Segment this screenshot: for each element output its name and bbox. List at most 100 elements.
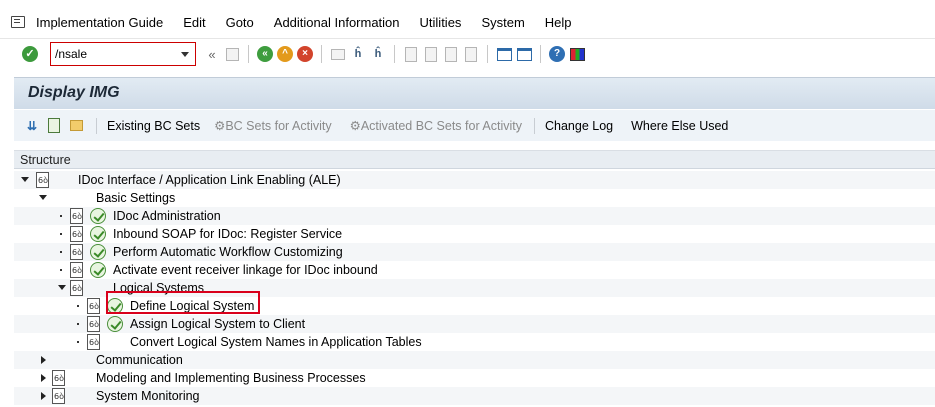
execute-activity-icon[interactable]	[107, 316, 123, 332]
execute-activity-icon[interactable]	[90, 226, 106, 242]
img-document-icon[interactable]	[70, 226, 83, 242]
img-document-icon[interactable]	[70, 280, 83, 296]
tree-node-convert-logical-system-names[interactable]: Convert Logical System Names in Applicat…	[14, 333, 935, 351]
layout-icon[interactable]	[569, 46, 585, 62]
find-next-icon[interactable]: ĥ	[370, 46, 386, 62]
tree-node-workflow-customizing[interactable]: Perform Automatic Workflow Customizing	[14, 243, 935, 261]
menu-goto[interactable]: Goto	[226, 15, 254, 30]
exit-icon[interactable]: ^	[277, 46, 293, 62]
tree-node-inbound-soap[interactable]: Inbound SOAP for IDoc: Register Service	[14, 225, 935, 243]
menu-utilities[interactable]: Utilities	[420, 15, 462, 30]
caret-down-icon[interactable]	[21, 177, 29, 182]
expand-all-icon[interactable]: ⇊	[24, 118, 40, 134]
menu-system[interactable]: System	[481, 15, 524, 30]
tree-node-label: Basic Settings	[96, 191, 176, 205]
tree-node-event-receiver-linkage[interactable]: Activate event receiver linkage for IDoc…	[14, 261, 935, 279]
tree-header: Structure	[14, 150, 935, 169]
tree-node-system-monitoring[interactable]: System Monitoring	[14, 387, 935, 405]
menu-edit[interactable]: Edit	[183, 15, 205, 30]
img-document-icon[interactable]	[52, 370, 65, 386]
bc-set-icon: ⚙	[349, 119, 361, 133]
tree-node-communication[interactable]: Communication	[14, 351, 935, 369]
execute-activity-icon[interactable]	[90, 208, 106, 224]
folder-icon[interactable]	[68, 118, 84, 134]
img-document-icon[interactable]	[36, 172, 49, 188]
tree-node-label: Convert Logical System Names in Applicat…	[130, 335, 422, 349]
command-field[interactable]	[50, 42, 196, 66]
execute-activity-icon[interactable]	[90, 244, 106, 260]
activated-bc-sets-button[interactable]: ⚙Activated BC Sets for Activity	[350, 118, 522, 133]
bullet-icon	[77, 323, 79, 325]
tree-node-label: Assign Logical System to Client	[130, 317, 306, 331]
enter-icon[interactable]: ✓	[22, 45, 38, 62]
documentation-icon[interactable]	[46, 118, 62, 134]
toolbar-divider	[540, 45, 541, 63]
bullet-icon	[77, 341, 79, 343]
shortcut-icon[interactable]	[516, 46, 532, 62]
bc-set-icon: ⚙	[214, 119, 226, 133]
last-page-icon[interactable]	[463, 46, 479, 62]
menu-bar: Implementation Guide Edit Goto Additiona…	[0, 8, 935, 36]
first-page-icon[interactable]	[403, 46, 419, 62]
where-else-used-button[interactable]: Where Else Used	[631, 119, 728, 133]
img-document-icon[interactable]	[70, 262, 83, 278]
tree-node-label: Communication	[96, 353, 183, 367]
bullet-icon	[77, 305, 79, 307]
structure-column-header: Structure	[20, 153, 71, 167]
back-double-icon[interactable]: «	[204, 46, 220, 62]
execute-activity-icon[interactable]	[90, 262, 106, 278]
tree-node-label: Activate event receiver linkage for IDoc…	[113, 263, 378, 277]
change-log-button[interactable]: Change Log	[545, 119, 613, 133]
bc-sets-for-activity-button[interactable]: ⚙BC Sets for Activity	[214, 118, 332, 133]
page-title: Display IMG	[28, 84, 120, 101]
tree-node-label: Modeling and Implementing Business Proce…	[96, 371, 366, 385]
tree-node-label: Inbound SOAP for IDoc: Register Service	[113, 227, 343, 241]
cancel-icon[interactable]: ×	[297, 46, 313, 62]
toolbar-divider	[487, 45, 488, 63]
tree-node-modeling-business-processes[interactable]: Modeling and Implementing Business Proce…	[14, 369, 935, 387]
help-icon[interactable]: ?	[549, 46, 565, 62]
next-page-icon[interactable]	[443, 46, 459, 62]
caret-down-icon[interactable]	[39, 195, 47, 200]
img-document-icon[interactable]	[87, 298, 100, 314]
caret-right-icon[interactable]	[41, 356, 46, 364]
save-icon[interactable]	[224, 46, 240, 62]
command-input[interactable]	[51, 43, 173, 65]
toolbar-divider	[321, 45, 322, 63]
img-document-icon[interactable]	[70, 244, 83, 260]
new-session-icon[interactable]	[496, 46, 512, 62]
caret-down-icon[interactable]	[58, 285, 66, 290]
tree-node-assign-logical-system[interactable]: Assign Logical System to Client	[14, 315, 935, 333]
chevron-down-icon[interactable]	[181, 52, 189, 57]
tree-node-label: Perform Automatic Workflow Customizing	[113, 245, 343, 259]
menu-implementation-guide[interactable]: Implementation Guide	[36, 15, 163, 30]
toolbar-divider	[394, 45, 395, 63]
bc-sets-for-activity-label: BC Sets for Activity	[225, 119, 332, 133]
img-document-icon[interactable]	[87, 316, 100, 332]
standard-toolbar: ✓ « « ^ × ĥ ĥ ?	[0, 38, 935, 68]
bullet-icon	[60, 269, 62, 271]
highlight-box	[106, 291, 260, 314]
tree-node-idoc-administration[interactable]: IDoc Administration	[14, 207, 935, 225]
bullet-icon	[60, 251, 62, 253]
toolbar-divider	[533, 117, 535, 134]
tree-node-idoc-interface[interactable]: IDoc Interface / Application Link Enabli…	[14, 171, 935, 189]
menu-help[interactable]: Help	[545, 15, 572, 30]
caret-right-icon[interactable]	[41, 392, 46, 400]
find-icon[interactable]: ĥ	[350, 46, 366, 62]
img-structure-tree: Structure IDoc Interface / Application L…	[14, 150, 935, 407]
menu-additional-information[interactable]: Additional Information	[274, 15, 400, 30]
application-toolbar: ⇊ Existing BC Sets ⚙BC Sets for Activity…	[14, 110, 935, 141]
img-document-icon[interactable]	[52, 388, 65, 404]
tree-node-basic-settings[interactable]: Basic Settings	[14, 189, 935, 207]
existing-bc-sets-button[interactable]: Existing BC Sets	[107, 119, 200, 133]
back-icon[interactable]: «	[257, 46, 273, 62]
caret-right-icon[interactable]	[41, 374, 46, 382]
img-document-icon[interactable]	[70, 208, 83, 224]
activated-bc-sets-label: Activated BC Sets for Activity	[360, 119, 522, 133]
menu-icon[interactable]	[11, 16, 25, 28]
print-icon[interactable]	[330, 46, 346, 62]
previous-page-icon[interactable]	[423, 46, 439, 62]
tree-node-label: IDoc Administration	[113, 209, 221, 223]
img-document-icon[interactable]	[87, 334, 100, 350]
